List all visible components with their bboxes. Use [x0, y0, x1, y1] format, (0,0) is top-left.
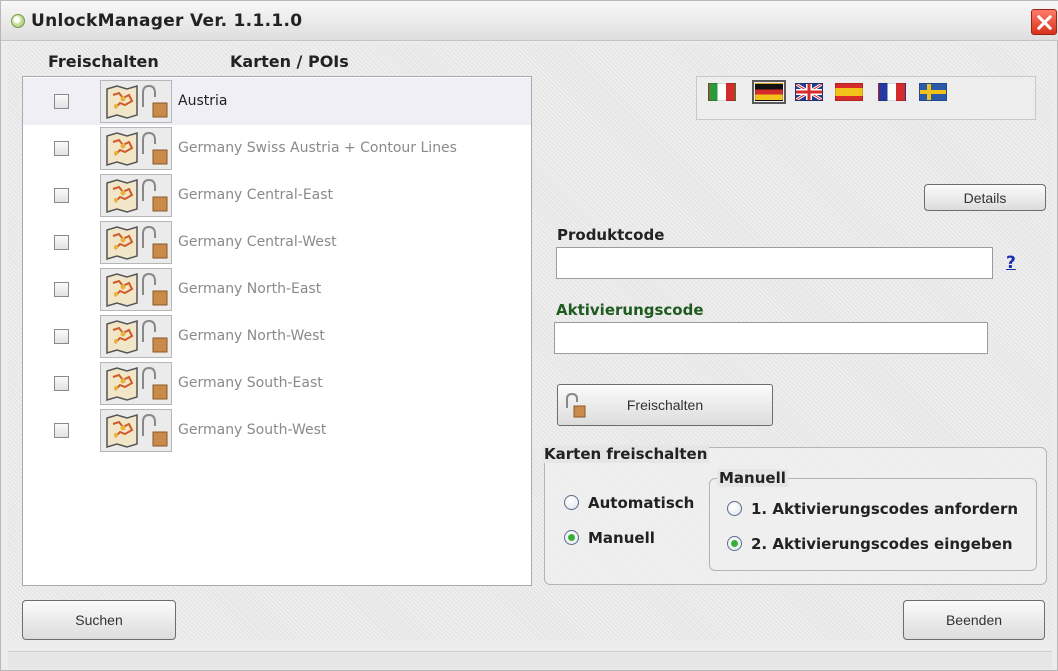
enter-codes-radio-label: 2. Aktivierungscodes eingeben — [751, 535, 1013, 553]
unlock-checkbox[interactable] — [54, 188, 69, 203]
open-lock-icon — [564, 392, 586, 423]
map-lock-icon — [100, 80, 172, 123]
enter-codes-radio[interactable] — [727, 536, 742, 551]
details-button[interactable]: Details — [924, 184, 1046, 211]
window-title: UnlockManager Ver. 1.1.1.0 — [31, 11, 303, 31]
manual-steps-legend: Manuell — [717, 469, 788, 487]
list-item-label: Austria — [178, 93, 228, 109]
map-lock-icon — [100, 221, 172, 264]
list-item-label: Germany North-West — [178, 328, 325, 344]
activation-code-label: Aktivierungscode — [556, 301, 704, 319]
list-item[interactable]: Germany South-East — [23, 360, 531, 407]
automatic-radio-label: Automatisch — [588, 494, 695, 512]
map-lock-icon — [100, 409, 172, 452]
automatic-radio[interactable] — [564, 495, 579, 510]
product-code-input[interactable] — [556, 247, 993, 279]
flag-italy-icon[interactable] — [708, 83, 736, 101]
unlock-checkbox[interactable] — [54, 141, 69, 156]
app-window: UnlockManager Ver. 1.1.1.0 Freischalten … — [0, 0, 1058, 671]
map-lock-icon — [100, 362, 172, 405]
list-item-label: Germany South-West — [178, 422, 327, 438]
list-item[interactable]: Germany Swiss Austria + Contour Lines — [23, 125, 531, 172]
activation-code-input[interactable] — [554, 322, 988, 354]
exit-button[interactable]: Beenden — [903, 600, 1045, 640]
map-lock-icon — [100, 174, 172, 217]
list-item[interactable]: Germany North-East — [23, 266, 531, 313]
unlock-checkbox[interactable] — [54, 376, 69, 391]
list-item-label: Germany Swiss Austria + Contour Lines — [178, 140, 457, 156]
unlock-button[interactable]: Freischalten — [557, 384, 773, 426]
request-codes-radio[interactable] — [727, 501, 742, 516]
manual-radio[interactable] — [564, 530, 579, 545]
column-header-unlock: Freischalten — [48, 52, 159, 71]
title-bar[interactable]: UnlockManager Ver. 1.1.1.0 — [1, 1, 1058, 41]
flag-spain-icon[interactable] — [835, 83, 863, 101]
list-item-label: Germany South-East — [178, 375, 323, 391]
unlock-checkbox[interactable] — [54, 94, 69, 109]
request-codes-radio-label: 1. Aktivierungscodes anfordern — [751, 500, 1019, 518]
list-item[interactable]: Germany North-West — [23, 313, 531, 360]
unlock-checkbox[interactable] — [54, 235, 69, 250]
unlock-checkbox[interactable] — [54, 423, 69, 438]
list-item[interactable]: Germany Central-West — [23, 219, 531, 266]
maps-list[interactable]: Austria Germany Swiss Austria + Contour … — [22, 76, 532, 586]
column-header-maps: Karten / POIs — [230, 52, 349, 71]
list-item[interactable]: Germany South-West — [23, 407, 531, 454]
unlock-button-label: Freischalten — [626, 397, 704, 413]
map-lock-icon — [100, 315, 172, 358]
flag-germany-icon[interactable] — [752, 80, 786, 104]
close-button[interactable] — [1031, 9, 1057, 35]
language-selector — [696, 76, 1036, 120]
flag-france-icon[interactable] — [878, 83, 906, 101]
unlock-mode-legend: Karten freischalten — [542, 445, 710, 463]
list-item[interactable]: Austria — [23, 78, 531, 125]
unlock-checkbox[interactable] — [54, 282, 69, 297]
manual-steps-group — [709, 478, 1037, 571]
flag-uk-icon[interactable] — [795, 82, 823, 102]
product-code-label: Produktcode — [557, 226, 665, 244]
flag-sweden-icon[interactable] — [919, 83, 947, 101]
manual-radio-label: Manuell — [588, 529, 655, 547]
list-item-label: Germany North-East — [178, 281, 322, 297]
search-button[interactable]: Suchen — [22, 600, 176, 640]
map-lock-icon — [100, 127, 172, 170]
list-item[interactable]: Germany Central-East — [23, 172, 531, 219]
status-bar — [8, 651, 1052, 669]
product-code-help-link[interactable]: ? — [1006, 253, 1016, 273]
unlock-checkbox[interactable] — [54, 329, 69, 344]
list-item-label: Germany Central-West — [178, 234, 337, 250]
list-item-label: Germany Central-East — [178, 187, 334, 203]
app-logo-icon — [11, 14, 25, 28]
map-lock-icon — [100, 268, 172, 311]
